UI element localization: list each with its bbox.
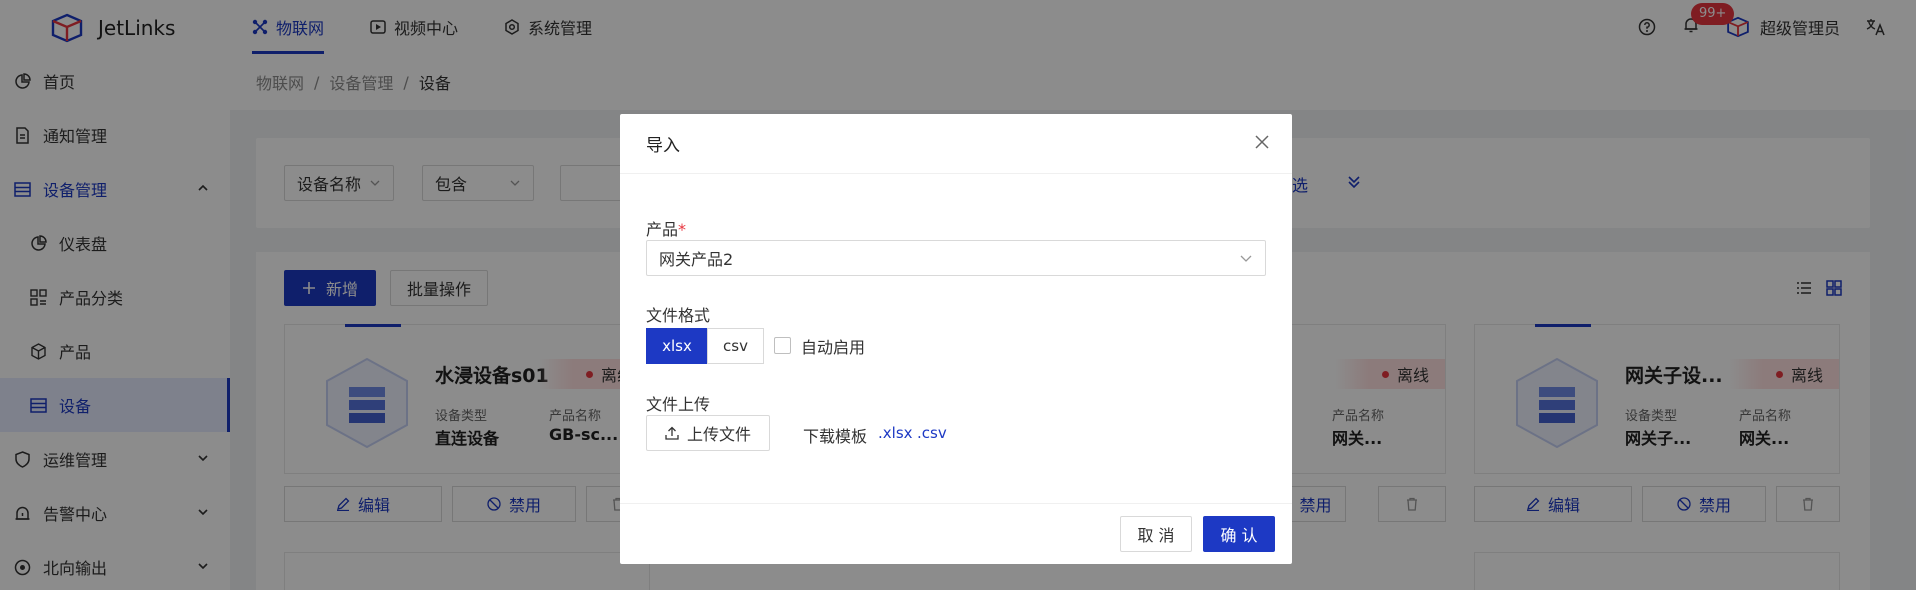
product-select-value: 网关产品2: [659, 250, 734, 269]
format-xlsx-button[interactable]: xlsx: [646, 328, 708, 364]
dialog-header: 导入: [620, 114, 1292, 174]
auto-enable-label[interactable]: 自动启用: [801, 334, 865, 358]
download-template-label: 下载模板: [803, 427, 868, 446]
import-dialog: 导入 产品* 网关产品2 文件格式 xlsx csv 自动启用 文件上传 上传文…: [620, 114, 1292, 564]
required-mark: *: [678, 220, 687, 239]
dialog-title: 导入: [646, 136, 680, 156]
product-select[interactable]: 网关产品2: [646, 240, 1266, 276]
file-format-label: 文件格式: [646, 306, 711, 325]
upload-icon: [665, 426, 679, 440]
dialog-footer: 取 消 确 认: [620, 503, 1292, 564]
product-label: 产品*: [646, 216, 686, 240]
template-xlsx-link[interactable]: .xlsx: [878, 424, 913, 442]
cancel-button[interactable]: 取 消: [1120, 516, 1192, 552]
cancel-label: 取 消: [1137, 526, 1175, 545]
upload-file-button[interactable]: 上传文件: [646, 415, 770, 451]
file-upload-label: 文件上传: [646, 395, 711, 414]
auto-enable-checkbox[interactable]: [774, 337, 791, 354]
product-label-text: 产品: [646, 220, 679, 239]
format-csv-label: csv: [723, 337, 748, 355]
format-xlsx-label: xlsx: [662, 337, 692, 355]
upload-file-label: 上传文件: [686, 425, 751, 444]
close-icon[interactable]: [1254, 134, 1270, 150]
confirm-button[interactable]: 确 认: [1203, 516, 1275, 552]
confirm-label: 确 认: [1220, 526, 1258, 545]
template-csv-link[interactable]: .csv: [917, 424, 947, 442]
chevron-down-icon: [1240, 255, 1252, 262]
format-csv-button[interactable]: csv: [707, 328, 764, 364]
